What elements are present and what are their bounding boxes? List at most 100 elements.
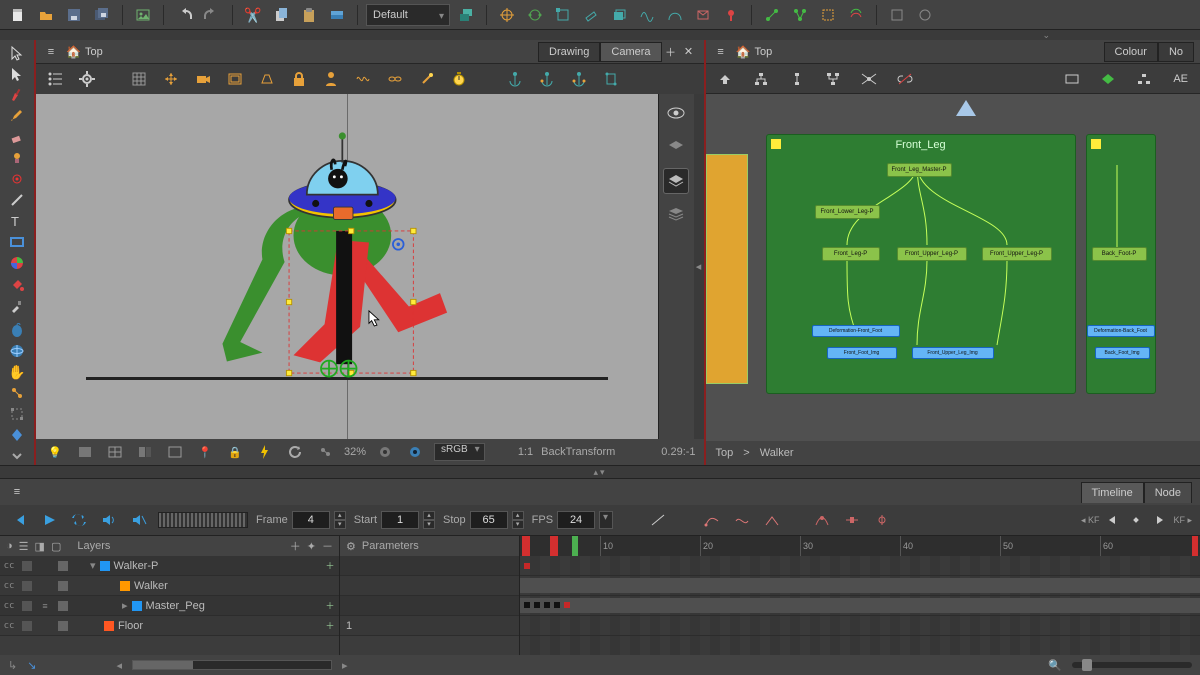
unlink-icon[interactable] bbox=[894, 68, 916, 90]
stop-step-up[interactable]: ▴ bbox=[512, 511, 524, 520]
layer-enable-toggle[interactable]: cc bbox=[0, 597, 18, 615]
layer-row[interactable]: cc▾Walker-P＋ bbox=[0, 556, 339, 576]
layers-mid-icon[interactable] bbox=[663, 168, 689, 194]
manage-workspace-icon[interactable] bbox=[454, 3, 478, 27]
tree-2-icon[interactable] bbox=[786, 68, 808, 90]
bulb-icon[interactable]: 💡 bbox=[44, 441, 66, 463]
start-step-up[interactable]: ▴ bbox=[423, 511, 435, 520]
layers-top-icon[interactable] bbox=[663, 134, 689, 160]
loop-icon[interactable] bbox=[68, 509, 90, 531]
workspace-preset-select[interactable]: Default bbox=[366, 4, 450, 26]
layer-expand-toggle[interactable]: ▾ bbox=[90, 559, 96, 572]
onion-skin-icon[interactable] bbox=[3, 321, 31, 339]
spring-icon[interactable] bbox=[352, 68, 374, 90]
curve-mode-icon[interactable] bbox=[647, 509, 669, 531]
node-misc-3-icon[interactable] bbox=[1133, 68, 1155, 90]
target-icon[interactable] bbox=[495, 3, 519, 27]
layer-solo-toggle[interactable] bbox=[18, 617, 36, 635]
tracks-zoom-slider[interactable] bbox=[1072, 662, 1192, 668]
render-gear-2-icon[interactable] bbox=[404, 441, 426, 463]
next-keyframe-icon[interactable] bbox=[1149, 509, 1171, 531]
new-file-icon[interactable] bbox=[6, 3, 30, 27]
render-gear-1-icon[interactable] bbox=[374, 441, 396, 463]
stop-input[interactable]: 65 bbox=[470, 511, 508, 529]
layer-color-swatch[interactable] bbox=[54, 557, 72, 575]
start-step-down[interactable]: ▾ bbox=[423, 520, 435, 529]
playhead-marker[interactable] bbox=[550, 536, 558, 556]
camera-icon[interactable] bbox=[192, 68, 214, 90]
globe-tool-icon[interactable] bbox=[3, 342, 31, 360]
arrows-icon[interactable] bbox=[160, 68, 182, 90]
lock-foot-icon[interactable]: 🔒 bbox=[224, 441, 246, 463]
graph-green-icon[interactable] bbox=[760, 3, 784, 27]
layer-add-param-icon[interactable]: ＋ bbox=[321, 597, 339, 615]
layer-filter-3-icon[interactable]: ◨ bbox=[35, 540, 45, 553]
display-grid-icon[interactable] bbox=[104, 441, 126, 463]
grid-icon[interactable] bbox=[128, 68, 150, 90]
stopwatch-icon[interactable] bbox=[448, 68, 470, 90]
transform-tool-icon[interactable] bbox=[3, 65, 31, 83]
layer-row[interactable]: ccFloor＋ bbox=[0, 616, 339, 636]
group-cam-icon[interactable] bbox=[314, 441, 336, 463]
node-misc-1-icon[interactable] bbox=[1061, 68, 1083, 90]
node-path-child[interactable]: Walker bbox=[760, 447, 794, 459]
safe-area-icon[interactable] bbox=[224, 68, 246, 90]
deform-circle-icon[interactable] bbox=[523, 3, 547, 27]
tl-hscroll-left-icon[interactable]: ◂ bbox=[116, 659, 122, 672]
envelope-icon[interactable] bbox=[691, 3, 715, 27]
node-graph-stage[interactable]: Front_Leg Front_L bbox=[706, 94, 1200, 441]
sound-icon[interactable] bbox=[98, 509, 120, 531]
view-options-icon[interactable] bbox=[44, 68, 66, 90]
paste-icon[interactable] bbox=[297, 3, 321, 27]
param-row[interactable] bbox=[340, 556, 519, 576]
ripple-icon[interactable] bbox=[844, 3, 868, 27]
timeline-menu-icon[interactable]: ≡ bbox=[8, 483, 26, 501]
nav-up-icon[interactable] bbox=[714, 68, 736, 90]
anchor-1-icon[interactable] bbox=[504, 68, 526, 90]
home-icon[interactable]: 🏠 bbox=[66, 46, 81, 58]
delete-layer-icon[interactable]: － bbox=[322, 538, 333, 554]
bounds-tool-icon[interactable] bbox=[3, 405, 31, 423]
tab-camera[interactable]: Camera bbox=[600, 42, 661, 62]
save-all-icon[interactable] bbox=[90, 3, 114, 27]
layer-data-icon[interactable]: ≡ bbox=[36, 597, 54, 615]
layers-all-icon[interactable] bbox=[663, 202, 689, 228]
motion-3-icon[interactable] bbox=[761, 509, 783, 531]
refresh-icon[interactable] bbox=[284, 441, 306, 463]
layer-enable-toggle[interactable]: cc bbox=[0, 557, 18, 575]
tracks-area[interactable] bbox=[520, 556, 1200, 655]
copy-icon[interactable] bbox=[269, 3, 293, 27]
wave-icon[interactable] bbox=[635, 3, 659, 27]
motion-2-icon[interactable] bbox=[731, 509, 753, 531]
stop-step-down[interactable]: ▾ bbox=[512, 520, 524, 529]
node-home-icon[interactable]: 🏠 bbox=[736, 46, 751, 58]
eraser-tool-icon[interactable] bbox=[3, 128, 31, 146]
tl-foot-icon-1[interactable]: ↳ bbox=[8, 659, 17, 672]
param-row[interactable]: 1 bbox=[340, 616, 519, 636]
card-stack-icon[interactable] bbox=[607, 3, 631, 27]
first-frame-icon[interactable] bbox=[8, 509, 30, 531]
add-keyframe-icon[interactable] bbox=[1125, 509, 1147, 531]
layer-expand-toggle[interactable]: ▸ bbox=[122, 599, 128, 612]
pencil-tool-icon[interactable] bbox=[3, 107, 31, 125]
wand-icon[interactable] bbox=[416, 68, 438, 90]
scrub-sound-icon[interactable] bbox=[128, 509, 150, 531]
pin-foot-icon[interactable]: 📍 bbox=[194, 441, 216, 463]
click-tool-icon[interactable] bbox=[3, 170, 31, 188]
gear-icon[interactable] bbox=[76, 68, 98, 90]
text-tool-icon[interactable]: T bbox=[3, 212, 31, 230]
bucket-tool-icon[interactable] bbox=[3, 276, 31, 294]
person-icon[interactable] bbox=[320, 68, 342, 90]
fps-preset-select[interactable] bbox=[599, 511, 613, 529]
light-tool-icon[interactable] bbox=[3, 149, 31, 167]
camera-stage[interactable] bbox=[36, 94, 658, 439]
display-outline-icon[interactable] bbox=[164, 441, 186, 463]
undo-icon[interactable] bbox=[172, 3, 196, 27]
fps-input[interactable]: 24 bbox=[557, 511, 595, 529]
lock-icon[interactable] bbox=[288, 68, 310, 90]
in-marker[interactable] bbox=[572, 536, 578, 556]
tree-3-icon[interactable] bbox=[822, 68, 844, 90]
chevron-down-icon[interactable] bbox=[3, 447, 31, 465]
layer-filter-4-icon[interactable]: ▢ bbox=[51, 540, 61, 553]
add-view-icon[interactable]: ＋ bbox=[662, 43, 680, 61]
